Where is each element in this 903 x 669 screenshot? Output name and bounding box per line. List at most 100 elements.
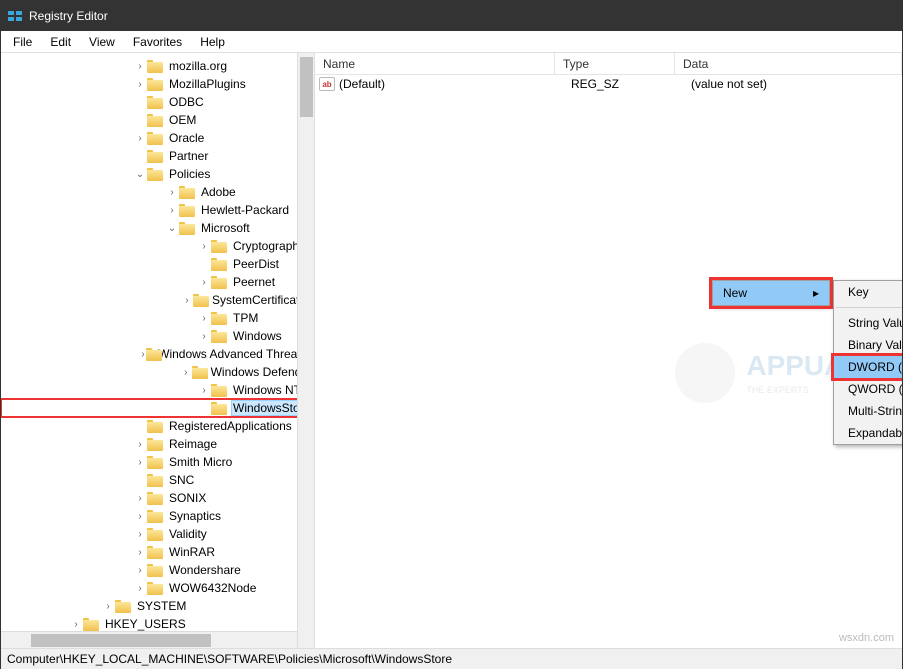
folder-icon	[211, 402, 227, 415]
chevron-right-icon[interactable]: ›	[133, 133, 147, 144]
chevron-right-icon[interactable]: ›	[133, 511, 147, 522]
chevron-right-icon[interactable]: ›	[133, 79, 147, 90]
chevron-right-icon[interactable]: ›	[197, 277, 211, 288]
folder-icon	[147, 114, 163, 127]
tree-node[interactable]: ⌄ Microsoft	[1, 219, 314, 237]
tree-node-label: Partner	[167, 149, 210, 163]
chevron-right-icon[interactable]: ›	[101, 601, 115, 612]
tree-node-label: HKEY_USERS	[103, 617, 188, 631]
chevron-right-icon[interactable]: ›	[133, 529, 147, 540]
tree-vscrollbar[interactable]	[297, 53, 314, 648]
tree-node[interactable]: ›Validity	[1, 525, 314, 543]
context-item[interactable]: Key	[834, 281, 902, 303]
tree-node[interactable]: ·PeerDist	[1, 255, 314, 273]
chevron-down-icon[interactable]: ⌄	[165, 223, 179, 234]
tree-node[interactable]: ›Hewlett-Packard	[1, 201, 314, 219]
context-item[interactable]: DWORD (32-bit) Value	[834, 356, 902, 378]
chevron-right-icon[interactable]: ›	[133, 439, 147, 450]
menu-edit[interactable]: Edit	[42, 33, 79, 51]
menu-view[interactable]: View	[81, 33, 123, 51]
tree-node[interactable]: ·WindowsStore	[1, 399, 314, 417]
tree-node[interactable]: ›Windows NT	[1, 381, 314, 399]
chevron-right-icon[interactable]: ›	[181, 295, 193, 306]
context-new[interactable]: New ▸	[713, 281, 829, 305]
chevron-down-icon[interactable]: ⌄	[133, 169, 147, 180]
tree-pane[interactable]: ›mozilla.org›MozillaPlugins·ODBC·OEM›Ora…	[1, 53, 315, 648]
tree-node[interactable]: ›Cryptography	[1, 237, 314, 255]
chevron-right-icon[interactable]: ›	[180, 367, 191, 378]
chevron-right-icon[interactable]: ›	[165, 205, 179, 216]
context-item[interactable]: QWORD (64-bit) Value	[834, 378, 902, 400]
menu-favorites[interactable]: Favorites	[125, 33, 190, 51]
folder-icon	[147, 132, 163, 145]
tree-node-label: WOW6432Node	[167, 581, 258, 595]
context-item[interactable]: Multi-String Value	[834, 400, 902, 422]
statusbar: Computer\HKEY_LOCAL_MACHINE\SOFTWARE\Pol…	[1, 648, 902, 669]
chevron-right-icon[interactable]: ›	[69, 619, 83, 630]
tree-node[interactable]: ·Partner	[1, 147, 314, 165]
tree-node[interactable]: ⌄ Policies	[1, 165, 314, 183]
tree-node[interactable]: ›Smith Micro	[1, 453, 314, 471]
tree-node-label: SNC	[167, 473, 196, 487]
tree-node[interactable]: ›WinRAR	[1, 543, 314, 561]
tree-node[interactable]: ›Reimage	[1, 435, 314, 453]
value-row[interactable]: ab(Default)REG_SZ(value not set)	[315, 75, 902, 93]
values-pane[interactable]: Name Type Data ab(Default)REG_SZ(value n…	[315, 53, 902, 648]
chevron-right-icon[interactable]: ›	[133, 457, 147, 468]
folder-icon	[147, 546, 163, 559]
chevron-right-icon[interactable]: ›	[165, 187, 179, 198]
tree-node[interactable]: ›Oracle	[1, 129, 314, 147]
tree-node[interactable]: ›Peernet	[1, 273, 314, 291]
chevron-right-icon[interactable]: ›	[197, 385, 211, 396]
tree-node[interactable]: › WOW6432Node	[1, 579, 314, 597]
folder-icon	[147, 456, 163, 469]
folder-icon	[193, 294, 206, 307]
chevron-right-icon[interactable]: ›	[197, 241, 211, 252]
tree-node[interactable]: › mozilla.org	[1, 57, 314, 75]
tree-node[interactable]: ›Synaptics	[1, 507, 314, 525]
column-name[interactable]: Name	[315, 53, 555, 74]
twist-none-icon: ·	[133, 475, 147, 486]
context-submenu-new[interactable]: Key String ValueBinary ValueDWORD (32-bit…	[833, 280, 902, 445]
tree-node[interactable]: ›SystemCertificates	[1, 291, 314, 309]
chevron-right-icon[interactable]: ›	[133, 493, 147, 504]
twist-none-icon: ·	[197, 403, 211, 414]
tree-node[interactable]: ·OEM	[1, 111, 314, 129]
tree-hscrollbar[interactable]	[1, 631, 297, 648]
chevron-right-icon[interactable]: ›	[133, 547, 147, 558]
tree-node[interactable]: ›Wondershare	[1, 561, 314, 579]
tree-node[interactable]: ›MozillaPlugins	[1, 75, 314, 93]
context-menu[interactable]: New ▸	[712, 280, 830, 306]
column-headers[interactable]: Name Type Data	[315, 53, 902, 75]
context-item[interactable]: Expandable String Value	[834, 422, 902, 444]
tree-node[interactable]: ›TPM	[1, 309, 314, 327]
column-data[interactable]: Data	[675, 53, 902, 74]
tree-node[interactable]: ›Windows	[1, 327, 314, 345]
tree-node-label: OEM	[167, 113, 198, 127]
tree-node-label: Microsoft	[199, 221, 252, 235]
chevron-right-icon[interactable]: ›	[197, 313, 211, 324]
context-item[interactable]: Binary Value	[834, 334, 902, 356]
chevron-right-icon[interactable]: ›	[197, 331, 211, 342]
chevron-right-icon[interactable]: ›	[133, 61, 147, 72]
chevron-right-icon[interactable]: ›	[133, 583, 147, 594]
folder-icon	[179, 222, 195, 235]
menu-file[interactable]: File	[5, 33, 40, 51]
context-item[interactable]: String Value	[834, 312, 902, 334]
tree-node[interactable]: ·RegisteredApplications	[1, 417, 314, 435]
tree-node[interactable]: ›Windows Defender	[1, 363, 314, 381]
tree-node[interactable]: ›Adobe	[1, 183, 314, 201]
column-type[interactable]: Type	[555, 53, 675, 74]
tree-node[interactable]: · SNC	[1, 471, 314, 489]
folder-icon	[146, 348, 152, 361]
tree-node[interactable]: ›SONIX	[1, 489, 314, 507]
tree-node[interactable]: ·ODBC	[1, 93, 314, 111]
folder-icon	[147, 438, 163, 451]
tree-node[interactable]: ›Windows Advanced Threat P	[1, 345, 314, 363]
tree-node-label: Policies	[167, 167, 212, 181]
tree-node[interactable]: ›SYSTEM	[1, 597, 314, 615]
chevron-right-icon[interactable]: ›	[133, 565, 147, 576]
twist-none-icon: ·	[133, 97, 147, 108]
tree-node-label: mozilla.org	[167, 59, 229, 73]
menu-help[interactable]: Help	[192, 33, 233, 51]
